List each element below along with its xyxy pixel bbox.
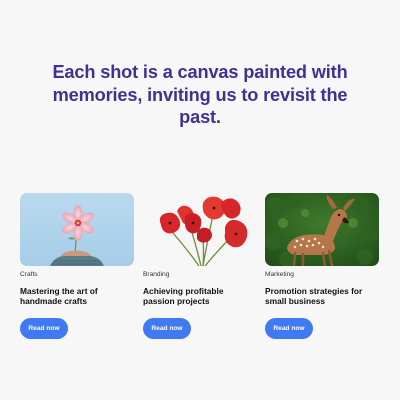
- article-card-branding: Branding Achieving profitable passion pr…: [143, 193, 257, 339]
- card-category: Crafts: [20, 271, 38, 278]
- article-image-flower[interactable]: [20, 193, 134, 266]
- read-now-button[interactable]: Read now: [265, 318, 313, 339]
- section-headline: Each shot is a canvas painted with memor…: [52, 62, 348, 127]
- card-title[interactable]: Promotion strategies for small business: [265, 286, 379, 307]
- card-category: Branding: [143, 271, 170, 278]
- blog-section: Each shot is a canvas painted with memor…: [0, 0, 400, 400]
- red-poppies-photo: [143, 193, 257, 266]
- card-category: Marketing: [265, 271, 294, 278]
- card-title[interactable]: Achieving profitable passion projects: [143, 286, 257, 307]
- article-card-marketing: Marketing Promotion strategies for small…: [265, 193, 379, 339]
- read-now-button[interactable]: Read now: [20, 318, 68, 339]
- fawn-deer-photo: [265, 193, 379, 266]
- read-now-button[interactable]: Read now: [143, 318, 191, 339]
- article-image-poppies[interactable]: [143, 193, 257, 266]
- pink-flower-photo: [20, 193, 134, 266]
- article-image-deer[interactable]: [265, 193, 379, 266]
- article-card-crafts: Crafts Mastering the art of handmade cra…: [20, 193, 134, 339]
- card-title[interactable]: Mastering the art of handmade crafts: [20, 286, 134, 307]
